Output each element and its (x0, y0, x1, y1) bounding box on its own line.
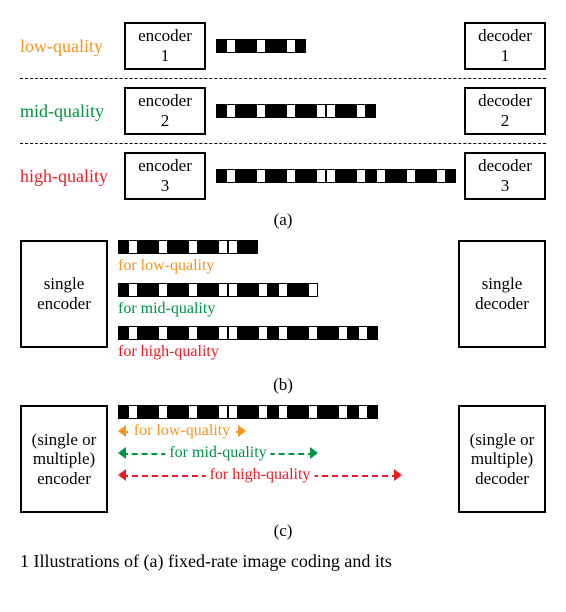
separator (20, 143, 546, 144)
extent-arrow: for low-quality (118, 423, 246, 441)
extent-label: for low-quality (130, 422, 234, 440)
encoder-box: encoder 2 (124, 87, 206, 135)
bitstream (216, 104, 376, 118)
panel-b: single encoder for low-quality for mid-qu… (20, 240, 546, 367)
panel-a: low-quality encoder 1 decoder 1 mid-quality… (20, 20, 546, 202)
bitstream (118, 240, 258, 254)
strip-label: for mid-quality (118, 300, 215, 318)
single-encoder-box: single encoder (20, 240, 108, 348)
encoder-box: encoder 1 (124, 22, 206, 70)
quality-row: mid-quality encoder 2 decoder 2 (20, 85, 546, 137)
sublabel-a: (a) (20, 210, 546, 230)
multi-decoder-box: (single or multiple) decoder (458, 405, 546, 513)
multi-encoder-box: (single or multiple) encoder (20, 405, 108, 513)
bitstream (118, 326, 378, 340)
quality-row: low-quality encoder 1 decoder 1 (20, 20, 546, 72)
single-decoder-box: single decoder (458, 240, 546, 348)
strip-label: for high-quality (118, 343, 219, 361)
quality-row: high-quality encoder 3 decoder 3 (20, 150, 546, 202)
extent-label: for mid-quality (165, 444, 270, 462)
decoder-box: decoder 1 (464, 22, 546, 70)
quality-label: high-quality (20, 166, 116, 187)
caption-partial: 1 Illustrations of (a) fixed-rate image … (20, 551, 546, 572)
extent-arrow: for mid-quality (118, 445, 318, 463)
encoder-box: encoder 3 (124, 152, 206, 200)
panel-c: (single or multiple) encoder for low-qua… (20, 405, 546, 513)
bitstream (118, 283, 318, 297)
bitstream (216, 169, 456, 183)
extent-label: for high-quality (206, 466, 315, 484)
separator (20, 78, 546, 79)
decoder-box: decoder 3 (464, 152, 546, 200)
bitstream (216, 39, 306, 53)
strip-label: for low-quality (118, 257, 214, 275)
quality-label: low-quality (20, 36, 116, 57)
sublabel-b: (b) (20, 375, 546, 395)
sublabel-c: (c) (20, 521, 546, 541)
extent-arrow: for high-quality (118, 467, 402, 485)
bitstream (118, 405, 378, 419)
decoder-box: decoder 2 (464, 87, 546, 135)
quality-label: mid-quality (20, 101, 116, 122)
